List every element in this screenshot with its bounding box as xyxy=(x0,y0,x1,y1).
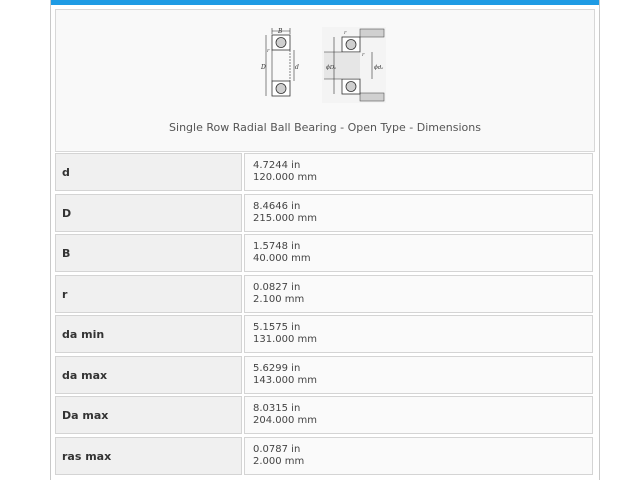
value-mm: 143.000 mm xyxy=(253,375,318,386)
accent-top-bar xyxy=(51,0,599,5)
value-mm: 215.000 mm xyxy=(253,213,318,224)
row-value-cell: 0.0787 in 2.000 mm xyxy=(244,437,593,475)
row-value-cell: 5.1575 in 131.000 mm xyxy=(244,315,593,353)
row-label-cell: B xyxy=(55,234,242,272)
table-row: B 1.5748 in 40.000 mm xyxy=(55,234,593,272)
value-inch: 4.7244 in xyxy=(253,160,301,171)
value-mm: 204.000 mm xyxy=(253,415,318,426)
row-label: r xyxy=(62,288,68,301)
figure-caption: Single Row Radial Ball Bearing - Open Ty… xyxy=(169,121,481,134)
table-row: r 0.0827 in 2.100 mm xyxy=(55,275,593,313)
row-value-cell: 1.5748 in 40.000 mm xyxy=(244,234,593,272)
bearing-cross-section: B D d r xyxy=(260,28,299,97)
row-label-cell: r xyxy=(55,275,242,313)
row-label-cell: d xyxy=(55,153,242,191)
value-mm: 2.000 mm xyxy=(253,456,305,467)
row-label-cell: da max xyxy=(55,356,242,394)
label-Da: ϕDₐ xyxy=(326,65,336,71)
value-inch: 8.4646 in xyxy=(253,201,301,212)
row-label: da min xyxy=(62,328,105,341)
row-label-cell: ras max xyxy=(55,437,242,475)
value-inch: 1.5748 in xyxy=(253,241,301,252)
row-label-cell: D xyxy=(55,194,242,232)
table-row: da max 5.6299 in 143.000 mm xyxy=(55,356,593,394)
row-value-cell: 4.7244 in 120.000 mm xyxy=(244,153,593,191)
row-value-cell: 8.0315 in 204.000 mm xyxy=(244,396,593,434)
row-label: d xyxy=(62,166,70,179)
dimension-figure: B D d r ϕDₐ ϕdₐ r r Single Row Radial Ba… xyxy=(55,9,595,152)
label-r-left: r xyxy=(267,48,270,54)
value-inch: 8.0315 in xyxy=(253,403,301,414)
row-label: Da max xyxy=(62,409,109,422)
row-value-cell: 0.0827 in 2.100 mm xyxy=(244,275,593,313)
table-row: da min 5.1575 in 131.000 mm xyxy=(55,315,593,353)
label-da: ϕdₐ xyxy=(374,65,383,71)
value-mm: 2.100 mm xyxy=(253,294,305,305)
value-inch: 0.0787 in xyxy=(253,444,301,455)
bearing-diagram: B D d r ϕDₐ ϕdₐ r r xyxy=(260,27,386,103)
page-frame: B D d r ϕDₐ ϕdₐ r r Single Row Radial Ba… xyxy=(50,0,600,480)
value-inch: 0.0827 in xyxy=(253,282,301,293)
row-label-cell: da min xyxy=(55,315,242,353)
row-label-cell: Da max xyxy=(55,396,242,434)
table-row: d 4.7244 in 120.000 mm xyxy=(55,153,593,191)
table-row: Da max 8.0315 in 204.000 mm xyxy=(55,396,593,434)
row-label: ras max xyxy=(62,450,112,463)
table-row: D 8.4646 in 215.000 mm xyxy=(55,194,593,232)
row-label: D xyxy=(62,207,72,220)
row-label: da max xyxy=(62,369,108,382)
label-D: D xyxy=(260,64,266,71)
label-d: d xyxy=(295,64,299,71)
row-label: B xyxy=(62,247,71,260)
mounting-diagram: ϕDₐ ϕdₐ r r xyxy=(322,27,386,103)
table-row: ras max 0.0787 in 2.000 mm xyxy=(55,437,593,475)
value-inch: 5.6299 in xyxy=(253,363,301,374)
row-value-cell: 8.4646 in 215.000 mm xyxy=(244,194,593,232)
value-mm: 131.000 mm xyxy=(253,334,318,345)
row-value-cell: 5.6299 in 143.000 mm xyxy=(244,356,593,394)
value-mm: 40.000 mm xyxy=(253,253,311,264)
value-mm: 120.000 mm xyxy=(253,172,318,183)
label-B: B xyxy=(277,28,283,35)
value-inch: 5.1575 in xyxy=(253,322,301,333)
